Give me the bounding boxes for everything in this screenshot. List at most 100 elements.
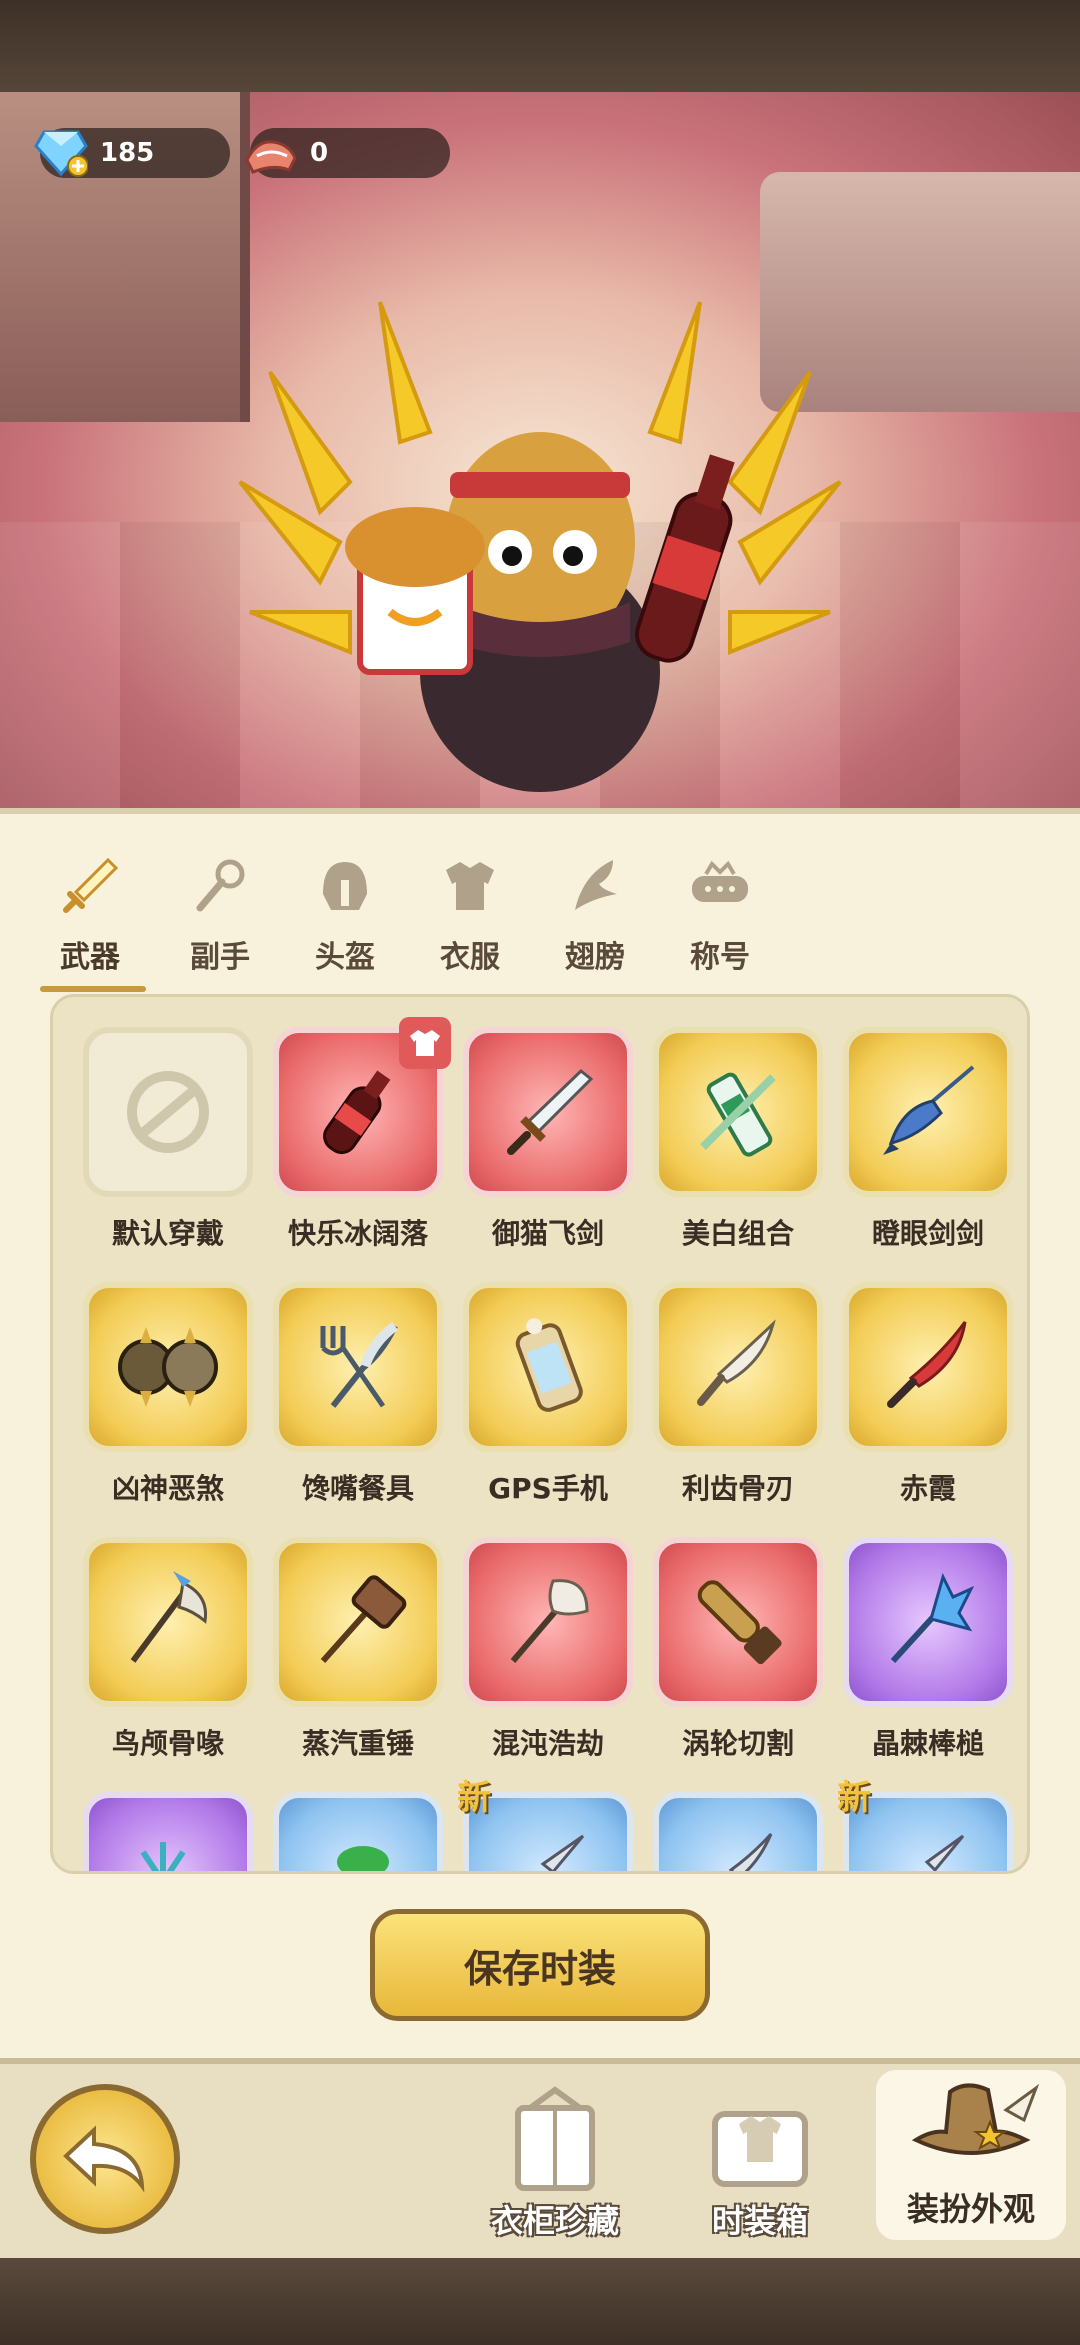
chaos-mace-icon xyxy=(510,1579,589,1663)
bottom-decoration xyxy=(0,2258,1080,2345)
nav-fashion-box[interactable]: 时装箱 xyxy=(660,2084,860,2254)
title-icon xyxy=(692,860,748,902)
item-fierce-god[interactable]: 凶神恶煞 xyxy=(83,1282,253,1532)
item-chaos[interactable]: 混沌浩劫 xyxy=(463,1537,633,1787)
fork-knife-icon xyxy=(320,1321,399,1408)
tab-wings[interactable]: 翅膀 xyxy=(545,854,645,984)
steam-hammer-icon xyxy=(320,1575,407,1663)
cloth-icon xyxy=(242,124,300,182)
cloth-counter[interactable]: 0 xyxy=(245,128,450,178)
item-card xyxy=(463,1282,633,1452)
active-tab-underline xyxy=(40,986,146,992)
item-red-glow[interactable]: 赤霞 xyxy=(843,1282,1013,1532)
tab-offhand[interactable]: 副手 xyxy=(170,854,270,984)
red-blade-icon xyxy=(887,1321,967,1408)
tab-clothes[interactable]: 衣服 xyxy=(420,854,520,984)
save-outfit-button[interactable]: 保存时装 xyxy=(370,1909,710,2021)
tab-label: 头盔 xyxy=(315,940,375,975)
nav-wardrobe[interactable]: 衣柜珍藏 xyxy=(455,2084,655,2254)
item-curved-blade[interactable] xyxy=(653,1792,823,1871)
curved-blade-icon xyxy=(728,1832,773,1871)
crystal-club-icon xyxy=(890,1572,975,1664)
tab-helmet[interactable]: 头盔 xyxy=(295,854,395,984)
item-turbo-cutter[interactable]: 涡轮切割 xyxy=(653,1537,823,1787)
item-trident[interactable] xyxy=(83,1792,253,1871)
nav-label: 衣柜珍藏 xyxy=(490,2202,619,2240)
item-card xyxy=(843,1537,1013,1707)
armor-icon xyxy=(446,862,494,910)
item-card xyxy=(653,1537,823,1707)
trident-icon xyxy=(140,1842,186,1871)
item-fang-blade[interactable]: 利齿骨刃 xyxy=(653,1282,823,1532)
tab-label: 衣服 xyxy=(440,940,500,975)
item-label: 利齿骨刃 xyxy=(681,1472,794,1505)
item-card xyxy=(83,1792,253,1871)
offhand-icon xyxy=(196,859,245,912)
wardrobe-icon xyxy=(515,2086,595,2191)
bird-skull-staff-icon xyxy=(130,1571,208,1663)
toothpaste-icon xyxy=(700,1072,776,1157)
item-card xyxy=(83,1537,253,1707)
item-card xyxy=(843,1282,1013,1452)
item-gps-phone[interactable]: GPS手机 xyxy=(463,1282,633,1532)
equipped-shirt-icon xyxy=(399,1017,451,1069)
item-label: GPS手机 xyxy=(488,1472,608,1505)
item-crystal-club[interactable]: 晶棘棒槌 xyxy=(843,1537,1013,1787)
bottom-nav: 衣柜珍藏 时装箱 装扮外观 xyxy=(0,2058,1080,2258)
item-label: 蒸汽重锤 xyxy=(301,1727,414,1760)
tab-label: 武器 xyxy=(60,940,120,975)
item-card xyxy=(83,1282,253,1452)
item-bird-skull[interactable]: 鸟颅骨喙 xyxy=(83,1537,253,1787)
item-label: 鸟颅骨喙 xyxy=(111,1727,224,1760)
item-flying-sword[interactable]: 御猫飞剑 xyxy=(463,1027,633,1277)
item-card xyxy=(463,1027,633,1197)
item-card xyxy=(843,1027,1013,1197)
character-preview-scene: 185 0 xyxy=(0,92,1080,808)
item-label: 晶棘棒槌 xyxy=(871,1727,984,1760)
nav-dress-up[interactable]: 装扮外观 xyxy=(876,2070,1066,2240)
item-label: 默认穿戴 xyxy=(111,1217,224,1250)
item-card xyxy=(653,1027,823,1197)
item-card xyxy=(273,1537,443,1707)
back-button[interactable] xyxy=(30,2084,180,2234)
item-card xyxy=(463,1537,633,1707)
cloth-amount: 0 xyxy=(310,138,329,168)
spiked-knuckle-icon xyxy=(118,1327,218,1407)
item-whitening-set[interactable]: 美白组合 xyxy=(653,1027,823,1277)
wings-icon xyxy=(575,860,617,910)
gem-amount: 185 xyxy=(100,138,155,168)
item-card xyxy=(653,1282,823,1452)
leaf-weapon-icon xyxy=(337,1846,389,1871)
item-cola[interactable]: 快乐冰阔落 xyxy=(273,1017,451,1277)
item-default[interactable]: 默认穿戴 xyxy=(83,1027,253,1277)
item-new-dagger[interactable]: 新 xyxy=(837,1778,1013,1871)
item-swordfish[interactable]: 瞪眼剑剑 xyxy=(843,1027,1013,1277)
phone-icon xyxy=(515,1318,583,1412)
dagger-icon xyxy=(924,1834,965,1871)
nav-label: 时装箱 xyxy=(711,2202,808,2240)
swordfish-icon xyxy=(883,1065,975,1155)
fashion-box-icon xyxy=(712,2111,808,2187)
item-new-knife[interactable]: 新 xyxy=(457,1778,633,1871)
item-steam-hammer[interactable]: 蒸汽重锤 xyxy=(273,1537,443,1787)
category-tabs: 武器 副手 头盔 衣服 翅膀 称号 xyxy=(40,854,1040,992)
tab-title[interactable]: 称号 xyxy=(670,854,770,984)
item-label: 快乐冰阔落 xyxy=(287,1217,428,1250)
item-label: 凶神恶煞 xyxy=(111,1472,224,1505)
cola-bottle-icon xyxy=(323,1070,391,1155)
item-greedy-cutlery[interactable]: 馋嘴餐具 xyxy=(273,1282,443,1532)
item-leaf[interactable] xyxy=(273,1792,443,1871)
chainsaw-icon xyxy=(697,1580,782,1665)
item-label: 馋嘴餐具 xyxy=(301,1472,414,1505)
character-avatar xyxy=(238,301,842,792)
no-equip-icon xyxy=(127,1071,209,1153)
tab-label: 副手 xyxy=(190,940,250,975)
item-card xyxy=(273,1282,443,1452)
gem-counter[interactable]: 185 xyxy=(34,128,230,178)
back-arrow-icon xyxy=(63,2125,145,2193)
tab-weapon[interactable]: 武器 xyxy=(40,854,146,992)
tab-label: 称号 xyxy=(690,940,750,975)
helmet-icon xyxy=(323,862,367,910)
item-card xyxy=(83,1027,253,1197)
item-label: 瞪眼剑剑 xyxy=(871,1217,984,1250)
